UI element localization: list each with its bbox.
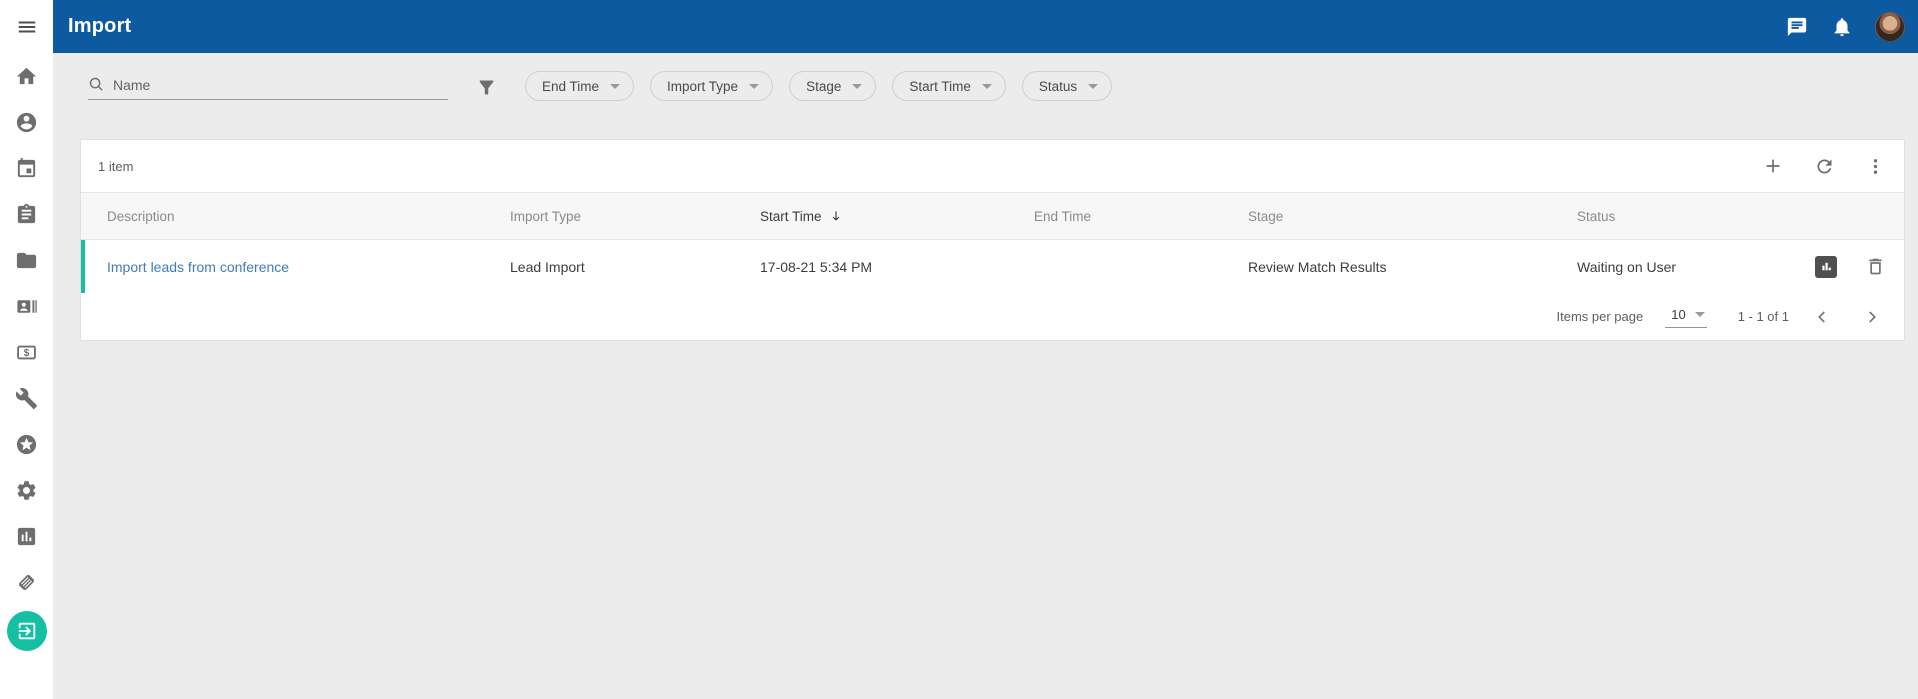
row-import-type: Lead Import xyxy=(510,259,760,275)
messages-icon xyxy=(1786,16,1808,38)
chip-label: End Time xyxy=(542,79,599,94)
svg-text:$: $ xyxy=(24,347,30,358)
table-row[interactable]: Import leads from conference Lead Import… xyxy=(81,240,1904,293)
app-header: Import xyxy=(53,0,1918,53)
chip-label: Status xyxy=(1039,79,1077,94)
column-header-stage[interactable]: Stage xyxy=(1248,209,1577,224)
chip-start-time[interactable]: Start Time xyxy=(892,71,1006,101)
sidebar: $ xyxy=(0,0,53,699)
sidebar-item-import-active[interactable] xyxy=(7,611,47,651)
sidebar-item-settings[interactable] xyxy=(0,467,53,513)
column-header-description[interactable]: Description xyxy=(81,209,510,224)
main-content: End Time Import Type Stage Start Time St… xyxy=(53,53,1918,699)
table-header: Description Import Type Start Time End T… xyxy=(81,192,1904,240)
tasks-icon xyxy=(15,203,38,226)
sidebar-item-analytics[interactable] xyxy=(0,513,53,559)
list-toolbar: 1 item xyxy=(81,140,1904,192)
chevron-down-icon xyxy=(610,84,620,89)
import-log-chart-icon xyxy=(1820,260,1833,273)
sidebar-item-calendar[interactable] xyxy=(0,145,53,191)
sidebar-item-deals[interactable] xyxy=(0,559,53,605)
row-status: Waiting on User xyxy=(1577,259,1764,275)
column-header-status[interactable]: Status xyxy=(1577,209,1764,224)
notifications-button[interactable] xyxy=(1830,15,1854,39)
column-header-import-type[interactable]: Import Type xyxy=(510,209,760,224)
import-icon xyxy=(16,620,38,642)
chip-status[interactable]: Status xyxy=(1022,71,1112,101)
more-actions-button[interactable] xyxy=(1863,154,1887,178)
messages-button[interactable] xyxy=(1785,15,1809,39)
page-range-label: 1 - 1 of 1 xyxy=(1738,309,1789,324)
chip-end-time[interactable]: End Time xyxy=(525,71,634,101)
search-field xyxy=(88,76,448,100)
chip-label: Stage xyxy=(806,79,841,94)
chevron-down-icon xyxy=(1088,84,1098,89)
search-input[interactable] xyxy=(113,77,448,93)
home-icon xyxy=(15,65,38,88)
delete-button[interactable] xyxy=(1863,255,1887,279)
import-log-button[interactable] xyxy=(1815,256,1837,278)
sidebar-item-featured[interactable] xyxy=(0,421,53,467)
paginator: Items per page 10 1 - 1 of 1 xyxy=(81,293,1904,340)
import-list-card: 1 item xyxy=(80,139,1905,341)
sidebar-item-contacts[interactable] xyxy=(0,283,53,329)
sidebar-item-profile[interactable] xyxy=(0,99,53,145)
row-accent-bar xyxy=(81,240,85,293)
page-title: Import xyxy=(68,15,131,38)
filter-bar: End Time Import Type Stage Start Time St… xyxy=(53,53,1918,115)
sidebar-item-files[interactable] xyxy=(0,237,53,283)
chevron-down-icon xyxy=(982,84,992,89)
chip-label: Start Time xyxy=(909,79,971,94)
search-icon xyxy=(88,76,105,93)
chevron-down-icon xyxy=(1695,312,1705,317)
filter-button[interactable] xyxy=(476,77,497,98)
sidebar-item-tools[interactable] xyxy=(0,375,53,421)
page-size-select[interactable]: 10 xyxy=(1665,305,1706,328)
chip-import-type[interactable]: Import Type xyxy=(650,71,773,101)
menu-icon xyxy=(16,16,38,38)
sidebar-item-finance[interactable]: $ xyxy=(0,329,53,375)
funnel-icon xyxy=(476,77,497,98)
column-label: Start Time xyxy=(760,209,822,224)
chevron-left-icon xyxy=(1812,307,1832,327)
calendar-icon xyxy=(15,157,38,180)
add-button[interactable] xyxy=(1761,154,1785,178)
add-icon xyxy=(1762,155,1784,177)
row-stage: Review Match Results xyxy=(1248,259,1577,275)
column-header-end-time[interactable]: End Time xyxy=(1034,209,1248,224)
contacts-icon xyxy=(15,295,38,318)
notifications-icon xyxy=(1831,16,1853,38)
analytics-icon xyxy=(15,525,38,548)
profile-icon xyxy=(15,111,38,134)
folder-icon xyxy=(15,249,38,272)
sidebar-item-home[interactable] xyxy=(0,53,53,99)
chevron-down-icon xyxy=(852,84,862,89)
refresh-button[interactable] xyxy=(1812,154,1836,178)
items-per-page-label: Items per page xyxy=(1557,309,1644,324)
chevron-right-icon xyxy=(1862,307,1882,327)
items-count: 1 item xyxy=(98,159,133,174)
chip-stage[interactable]: Stage xyxy=(789,71,876,101)
chip-label: Import Type xyxy=(667,79,738,94)
settings-icon xyxy=(15,479,38,502)
previous-page-button[interactable] xyxy=(1810,305,1834,329)
row-start-time: 17-08-21 5:34 PM xyxy=(760,259,1034,275)
kebab-menu-icon xyxy=(1865,156,1886,177)
page-size-value: 10 xyxy=(1671,307,1685,322)
next-page-button[interactable] xyxy=(1860,305,1884,329)
tools-icon xyxy=(15,387,38,410)
row-description-link[interactable]: Import leads from conference xyxy=(107,259,289,275)
sort-desc-icon xyxy=(828,208,844,224)
finance-icon: $ xyxy=(15,341,38,364)
filter-chips: End Time Import Type Stage Start Time St… xyxy=(525,71,1112,101)
chevron-down-icon xyxy=(749,84,759,89)
handshake-icon xyxy=(15,571,38,594)
featured-icon xyxy=(15,433,38,456)
user-avatar[interactable] xyxy=(1875,12,1905,42)
column-header-start-time[interactable]: Start Time xyxy=(760,208,1034,224)
delete-icon xyxy=(1865,256,1886,277)
menu-button[interactable] xyxy=(0,0,53,53)
refresh-icon xyxy=(1814,156,1835,177)
sidebar-item-tasks[interactable] xyxy=(0,191,53,237)
